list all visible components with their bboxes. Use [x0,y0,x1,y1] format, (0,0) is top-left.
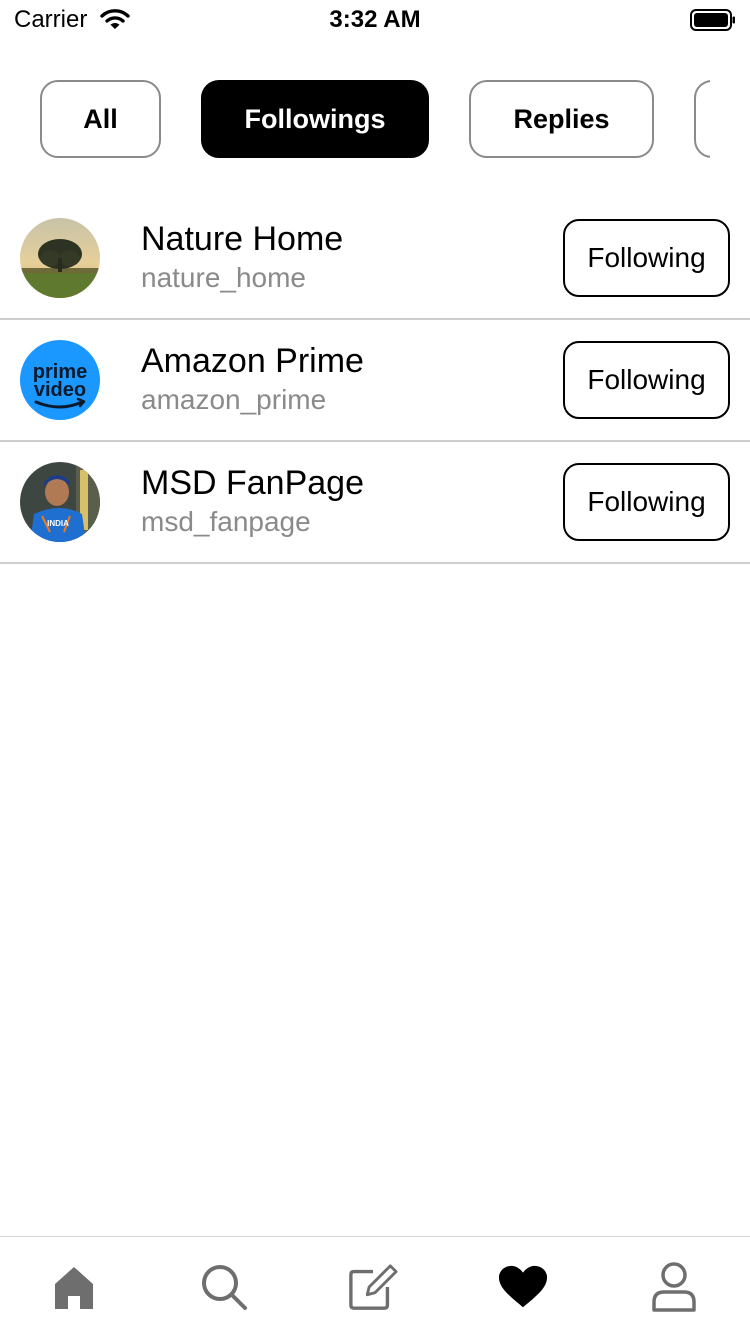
following-button[interactable]: Following [563,341,730,419]
compose-tab[interactable] [348,1261,398,1313]
following-button[interactable]: Following [563,463,730,541]
avatar-msd-fanpage: INDIA [20,462,100,542]
jersey-text: INDIA [47,519,69,528]
profile-tab[interactable] [649,1261,699,1313]
account-name: MSD FanPage [141,464,364,502]
search-icon [202,1265,247,1310]
video-logo-text: video [34,379,86,401]
list-item[interactable]: prime video Amazon Prime amazon_prime Fo… [0,320,750,442]
account-name: Amazon Prime [141,342,364,380]
filter-tabs: All Followings Replies [0,80,710,160]
heart-icon [498,1265,548,1308]
profile-icon [652,1262,696,1312]
list-item[interactable]: INDIA MSD FanPage msd_fanpage Following [0,442,750,564]
account-handle: msd_fanpage [141,506,311,537]
home-tab[interactable] [49,1261,99,1313]
filter-tab-replies[interactable]: Replies [469,80,654,158]
avatar-amazon-prime: prime video [20,340,100,420]
account-name: Nature Home [141,220,344,258]
following-button[interactable]: Following [563,219,730,297]
filter-tab-followings[interactable]: Followings [201,80,429,158]
following-list: Nature Home nature_home Following prime … [0,198,750,564]
list-item[interactable]: Nature Home nature_home Following [0,198,750,320]
filter-tab-next[interactable] [694,80,710,158]
bottom-tab-bar [0,1236,750,1335]
battery-icon [690,9,736,36]
search-tab[interactable] [199,1261,249,1313]
home-icon [55,1267,93,1309]
status-bar: Carrier 3:32 AM [0,0,750,40]
status-time: 3:32 AM [329,6,421,33]
filter-tab-all[interactable]: All [40,80,161,158]
account-handle: nature_home [141,262,307,293]
compose-icon [349,1264,398,1310]
activity-tab[interactable] [498,1261,548,1313]
account-handle: amazon_prime [141,384,327,415]
avatar-nature-home [20,218,100,298]
